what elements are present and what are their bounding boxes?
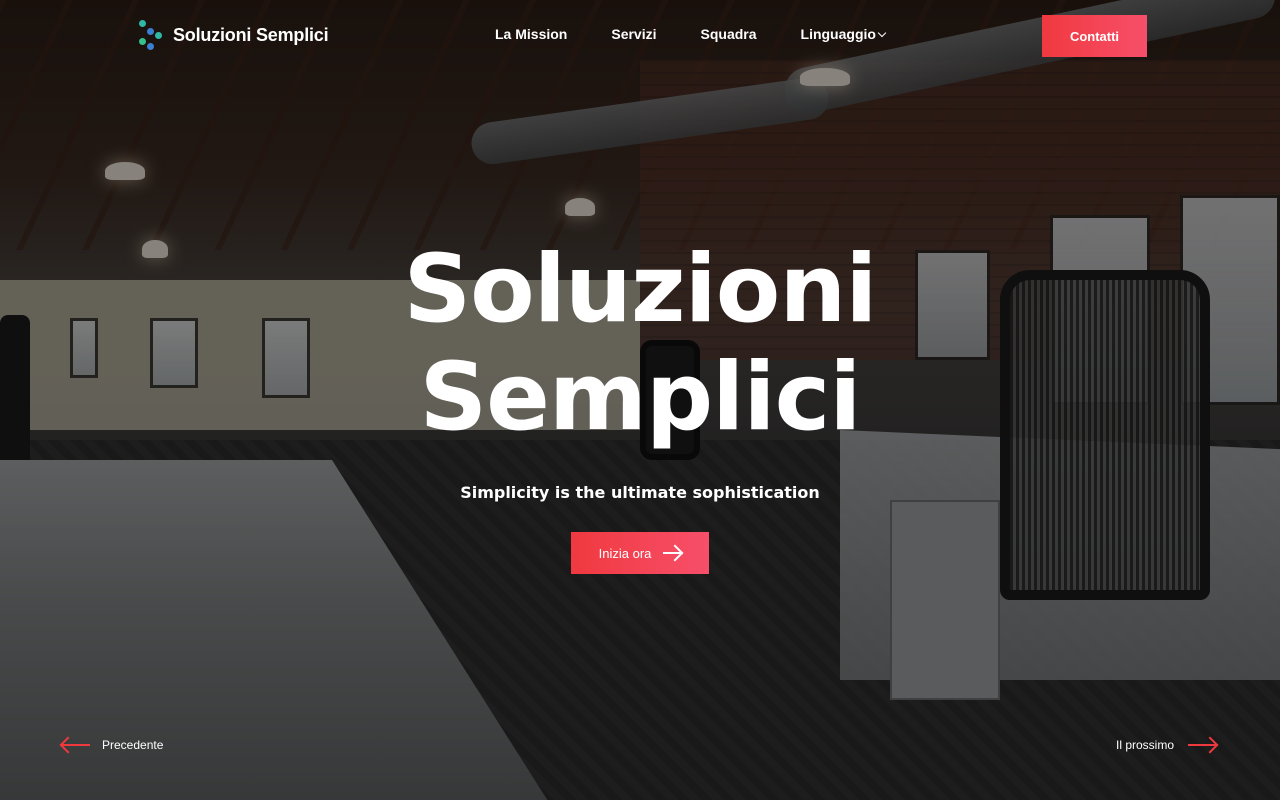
hero-title-line-2: Semplici [419,343,861,452]
contact-button[interactable]: Contatti [1042,15,1147,57]
site-header: Soluzioni Semplici La Mission Servizi Sq… [0,0,1280,72]
arrow-right-icon [1188,744,1217,746]
molecule-icon [137,18,165,52]
hero-title: Soluzioni Semplici [0,236,1280,452]
arrow-right-icon [663,552,682,554]
slider-next-label: Il prossimo [1116,738,1175,752]
slider-prev-button[interactable]: Precedente [62,738,163,752]
nav-item-linguaggio[interactable]: Linguaggio [800,26,887,42]
brand-logo[interactable]: Soluzioni Semplici [137,18,329,52]
main-nav: La Mission Servizi Squadra Linguaggio [495,26,887,42]
brand-name: Soluzioni Semplici [173,24,329,45]
nav-item-servizi[interactable]: Servizi [611,26,656,42]
hero-subtitle: Simplicity is the ultimate sophisticatio… [460,483,820,502]
arrow-left-icon [62,744,90,746]
chevron-down-icon [877,28,887,37]
nav-item-squadra[interactable]: Squadra [701,26,757,42]
get-started-label: Inizia ora [598,545,652,561]
slider-next-button[interactable]: Il prossimo [1116,738,1217,752]
hero-title-line-1: Soluzioni [403,235,877,344]
nav-item-linguaggio-label: Linguaggio [800,26,876,42]
nav-item-la-mission[interactable]: La Mission [495,26,567,42]
slider-prev-label: Precedente [102,738,164,752]
get-started-button[interactable]: Inizia ora [571,532,709,574]
